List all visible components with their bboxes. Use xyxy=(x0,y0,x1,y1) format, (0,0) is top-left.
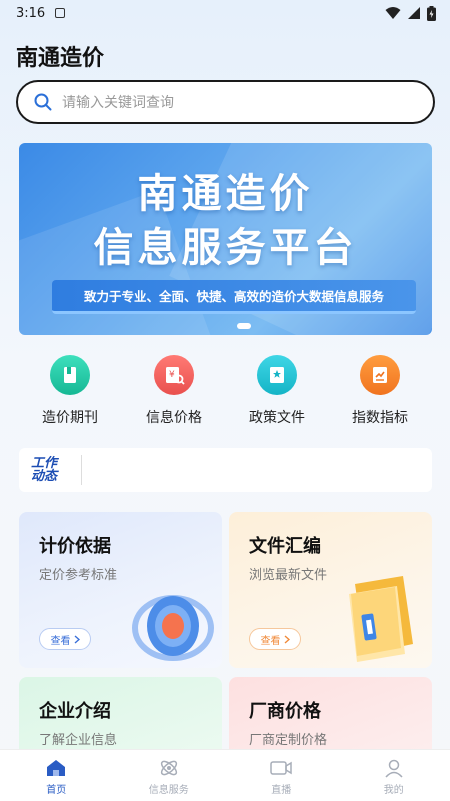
view-button[interactable]: 查看 xyxy=(249,628,301,650)
status-bar: 3:16 xyxy=(0,0,450,26)
divider xyxy=(81,455,82,485)
work-news-logo: 工作 动态 xyxy=(31,457,75,483)
banner-title-line2: 信息服务平台 xyxy=(93,225,358,271)
card-subtitle: 了解企业信息 xyxy=(39,733,118,748)
banner-tagline: 致力于专业、全面、快捷、高效的造价大数据信息服务 xyxy=(52,280,416,314)
card-subtitle: 厂商定制价格 xyxy=(249,733,328,748)
policy-document-icon xyxy=(257,355,297,395)
tab-label: 直播 xyxy=(271,785,292,796)
profile-icon xyxy=(385,759,403,778)
work-news-bar[interactable]: 工作 动态 xyxy=(19,448,432,492)
signal-icon xyxy=(408,7,420,19)
search-input[interactable]: 请输入关键词查询 xyxy=(16,80,435,124)
status-time: 3:16 xyxy=(16,5,46,21)
home-icon xyxy=(47,760,66,776)
card-title: 文件汇编 xyxy=(249,536,321,557)
quick-nav: 造价期刊 ¥ 信息价格 政策文件 指数指标 xyxy=(0,355,450,427)
quick-nav-journal[interactable]: 造价期刊 xyxy=(25,355,115,427)
card-subtitle: 浏览最新文件 xyxy=(249,568,328,583)
target-illustration-icon xyxy=(132,595,214,661)
tab-home[interactable]: 首页 xyxy=(0,750,113,801)
battery-icon xyxy=(427,5,436,21)
notification-icon xyxy=(55,8,66,18)
svg-text:¥: ¥ xyxy=(169,370,175,380)
tab-info-service[interactable]: 信息服务 xyxy=(113,750,226,801)
card-title: 企业介绍 xyxy=(39,701,111,722)
card-document-compilation[interactable]: 文件汇编 浏览最新文件 查看 xyxy=(229,512,432,668)
journal-icon xyxy=(50,355,90,395)
view-button-label: 查看 xyxy=(50,635,71,647)
tab-profile[interactable]: 我的 xyxy=(338,750,450,801)
quick-nav-price-info[interactable]: ¥ 信息价格 xyxy=(129,355,219,427)
page-title: 南通造价 xyxy=(16,46,105,71)
tab-live[interactable]: 直播 xyxy=(225,750,338,801)
tab-label: 首页 xyxy=(46,785,67,796)
quick-nav-label: 政策文件 xyxy=(249,410,305,426)
card-title: 计价依据 xyxy=(39,536,111,557)
tab-label: 我的 xyxy=(383,785,404,796)
card-subtitle: 定价参考标准 xyxy=(39,568,118,583)
live-video-icon xyxy=(270,761,292,775)
tab-label: 信息服务 xyxy=(148,785,189,796)
work-news-logo-bottom: 动态 xyxy=(31,469,58,484)
quick-nav-label: 指数指标 xyxy=(352,410,408,426)
view-button[interactable]: 查看 xyxy=(39,628,91,650)
card-pricing-basis[interactable]: 计价依据 定价参考标准 查看 xyxy=(19,512,222,668)
index-chart-icon xyxy=(360,355,400,395)
chevron-right-icon xyxy=(74,634,80,644)
binder-illustration-icon xyxy=(349,576,413,662)
banner-title-line1: 南通造价 xyxy=(137,171,314,217)
bottom-tab-bar: 首页 信息服务 直播 我的 xyxy=(0,749,450,801)
card-vendor-price[interactable]: 厂商价格 厂商定制价格 xyxy=(229,677,432,757)
quick-nav-label: 信息价格 xyxy=(146,410,202,426)
chevron-right-icon xyxy=(284,634,290,644)
search-icon xyxy=(34,93,52,111)
promo-banner[interactable]: 南通造价 信息服务平台 致力于专业、全面、快捷、高效的造价大数据信息服务 xyxy=(19,143,432,335)
price-info-icon: ¥ xyxy=(154,355,194,395)
carousel-indicator[interactable] xyxy=(237,323,251,329)
quick-nav-index[interactable]: 指数指标 xyxy=(335,355,425,427)
info-service-icon xyxy=(160,760,177,776)
quick-nav-policy[interactable]: 政策文件 xyxy=(232,355,322,427)
quick-nav-label: 造价期刊 xyxy=(42,410,98,426)
wifi-icon xyxy=(385,7,401,19)
view-button-label: 查看 xyxy=(260,635,281,647)
search-placeholder: 请输入关键词查询 xyxy=(62,95,174,111)
card-title: 厂商价格 xyxy=(249,701,321,722)
card-company-intro[interactable]: 企业介绍 了解企业信息 xyxy=(19,677,222,757)
